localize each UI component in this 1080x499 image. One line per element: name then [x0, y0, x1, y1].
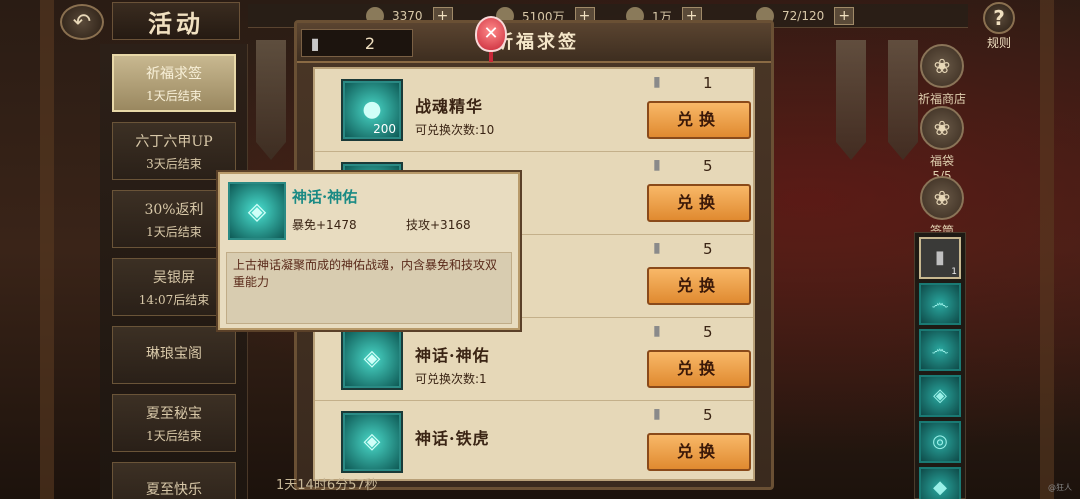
tiehu-soul-icon[interactable]: ◈: [343, 413, 401, 471]
item-name: 战魂精华: [415, 97, 484, 116]
lucky-bag-icon: ❀: [920, 106, 964, 150]
activity-name: 夏至秘宝: [146, 405, 202, 422]
dragon-card-icon[interactable]: ෴: [919, 283, 961, 325]
lantern-tassel: [489, 52, 493, 62]
exchange-button[interactable]: 兑换: [647, 433, 751, 471]
hanging-banner: [836, 40, 866, 160]
activity-name: 祈福求签: [146, 65, 202, 82]
menu-label: 福袋: [929, 154, 954, 168]
tooltip-stat-skill-attack: 技攻+3168: [406, 218, 471, 232]
list-item: ◈ 神话·铁虎 ▮ 5 兑换: [315, 401, 753, 479]
activity-name: 夏至快乐: [146, 482, 202, 498]
cost-value: 5: [703, 240, 713, 258]
question-icon: ?: [983, 2, 1015, 34]
list-item: ● 200 战魂精华 可兑换次数:10 ▮ 1 兑换: [315, 69, 753, 152]
activity-time: 1天后结束: [146, 88, 202, 103]
menu-label: 祈福商店: [917, 92, 966, 106]
back-arrow-icon[interactable]: ↶: [60, 4, 104, 40]
sign-count-value: 2: [364, 33, 376, 53]
sign-stick-icon: ▮: [653, 323, 661, 339]
pillar: [40, 0, 54, 499]
ring-card-icon[interactable]: ◎: [919, 421, 961, 463]
activity-title: 活动: [112, 2, 240, 40]
card-strip: ▮ 1 ෴ ෴ ◈ ◎ ◆: [914, 232, 966, 499]
sign-stick-icon: ▮: [653, 74, 661, 90]
item-cost: ▮ 5: [653, 239, 743, 259]
rules-button[interactable]: ? 规则: [976, 2, 1022, 50]
sign-stick-icon: ▮: [653, 157, 661, 173]
item-limit: 可兑换次数:1: [415, 372, 487, 386]
activity-item-xiazhi-mibao[interactable]: 夏至秘宝 1天后结束: [112, 394, 236, 452]
tooltip-name: 神话·神佑: [292, 188, 358, 206]
shop-icon: ❀: [920, 44, 964, 88]
shenyou-soul-icon[interactable]: ◈: [343, 330, 401, 388]
activity-time: 1天后结束: [146, 428, 202, 443]
shenyou-soul-icon: ◈: [228, 182, 286, 240]
item-limit: 可兑换次数:10: [415, 123, 495, 137]
item-name: 神话·铁虎: [415, 429, 490, 448]
item-cost: ▮ 5: [653, 405, 743, 425]
misc-card-icon[interactable]: ◆: [919, 467, 961, 499]
activity-name: 琳琅宝阁: [146, 346, 202, 362]
exchange-button[interactable]: 兑换: [647, 350, 751, 388]
item-name: 神话·神佑: [415, 346, 490, 365]
sign-stick-icon: ▮: [653, 406, 661, 422]
sign-stick-icon: ▮: [310, 33, 320, 53]
panel-header: ▮ 2 祈福求签: [297, 23, 771, 63]
tooltip-stat-crit-resist: 暴免+1478: [292, 218, 357, 232]
exchange-button[interactable]: 兑换: [647, 184, 751, 222]
item-amount: 200: [373, 122, 396, 136]
activity-time: 1天后结束: [146, 224, 202, 239]
pillar: [1040, 0, 1054, 499]
cost-value: 5: [703, 406, 713, 424]
item-cost: ▮ 5: [653, 156, 743, 176]
item-cost: ▮ 1: [653, 73, 743, 93]
sign-stick-icon: ▮: [653, 240, 661, 256]
serpent-card-icon[interactable]: ෴: [919, 329, 961, 371]
activity-time: 3天后结束: [146, 156, 202, 171]
close-lantern-icon[interactable]: ✕: [475, 16, 507, 62]
hanging-banner: [256, 40, 286, 160]
list-item: ◈ 神话·神佑 可兑换次数:1 ▮ 5 兑换: [315, 318, 753, 401]
lucky-bag-button[interactable]: ❀ 福袋 5/5: [910, 106, 974, 183]
close-icon: ✕: [475, 16, 507, 52]
activity-name: 六丁六甲UP: [135, 133, 213, 150]
watermark: @狂人: [1048, 483, 1072, 492]
sign-icon[interactable]: ▮ 1: [919, 237, 961, 279]
exchange-button[interactable]: 兑换: [647, 101, 751, 139]
panel-title: 祈福求签: [495, 32, 579, 53]
cost-value: 5: [703, 157, 713, 175]
item-cost: ▮ 5: [653, 322, 743, 342]
rules-label: 规则: [986, 36, 1011, 50]
exchange-button[interactable]: 兑换: [647, 267, 751, 305]
activity-item-xiazhi-kuaile[interactable]: 夏至快乐: [112, 462, 236, 499]
activity-item-linlang[interactable]: 琳琅宝阁: [112, 326, 236, 384]
qifu-shop-button[interactable]: ❀ 祈福商店: [910, 44, 974, 107]
countdown-timer: 1天14时6分57秒: [276, 478, 378, 493]
activity-item-qifu[interactable]: 祈福求签 1天后结束: [112, 54, 236, 112]
cost-value: 5: [703, 323, 713, 341]
shield-card-icon[interactable]: ◈: [919, 375, 961, 417]
sign-tube-button[interactable]: ❀ 签筒: [910, 176, 974, 239]
activity-time: 14:07后结束: [138, 292, 210, 307]
currency-value: 72/120: [782, 9, 825, 23]
item-tooltip: ◈ 神话·神佑 暴免+1478 技攻+3168 上古神话凝聚而成的神佑战魂，内含…: [218, 172, 520, 330]
card-count: 1: [951, 267, 957, 277]
war-soul-essence-icon[interactable]: ● 200: [343, 81, 401, 139]
activity-name: 吴银屏: [153, 269, 195, 286]
activity-name: 30%返利: [144, 201, 204, 218]
add-stamina-button[interactable]: +: [834, 7, 855, 25]
sign-count: ▮ 2: [301, 29, 413, 57]
cost-value: 1: [703, 74, 713, 92]
sign-tube-icon: ❀: [920, 176, 964, 220]
tooltip-description: 上古神话凝聚而成的神佑战魂，内含暴免和技攻双重能力: [226, 252, 512, 324]
